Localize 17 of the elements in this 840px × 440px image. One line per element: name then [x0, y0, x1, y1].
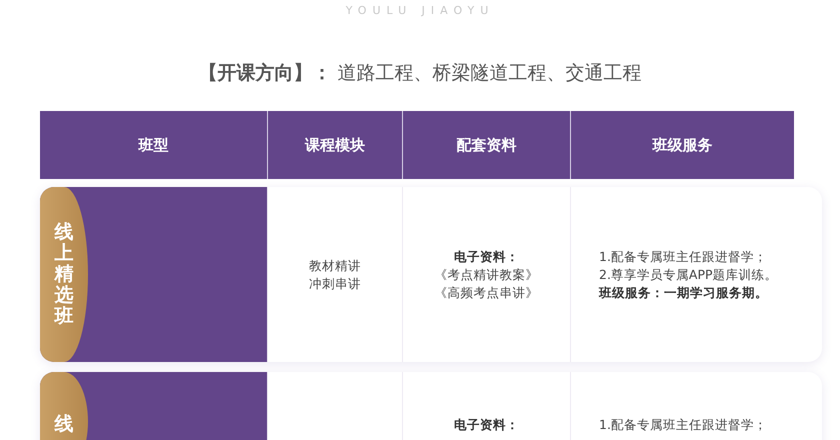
column-header: 班型 — [138, 136, 168, 154]
column-header: 班级服务 — [652, 136, 712, 154]
materials-title: 电子资料： — [454, 416, 519, 434]
column-header: 配套资料 — [456, 136, 516, 154]
materials-title: 电子资料： — [453, 248, 520, 266]
service-item: 2.尊享学员专属APP题库训练。 — [599, 266, 778, 284]
class-name: 线上精选班 — [54, 222, 74, 327]
course-direction-heading: 【开课方向】： 道路工程、桥梁隧道工程、交通工程 — [198, 62, 642, 84]
service-summary: 班级服务：一期学习服务期。 — [599, 284, 769, 302]
course-module: 教材精讲 — [309, 256, 361, 274]
material-item: 《高频考点串讲》 — [434, 284, 538, 302]
class-name: 线 — [54, 414, 74, 435]
material-item: 《考点精讲教案》 — [434, 266, 538, 284]
service-item: 1.配备专属班主任跟进督学； — [599, 248, 768, 266]
column-header: 课程模块 — [305, 136, 365, 154]
course-module: 冲刺串讲 — [309, 274, 361, 292]
service-item: 1.配备专属班主任跟进督学； — [599, 416, 767, 434]
